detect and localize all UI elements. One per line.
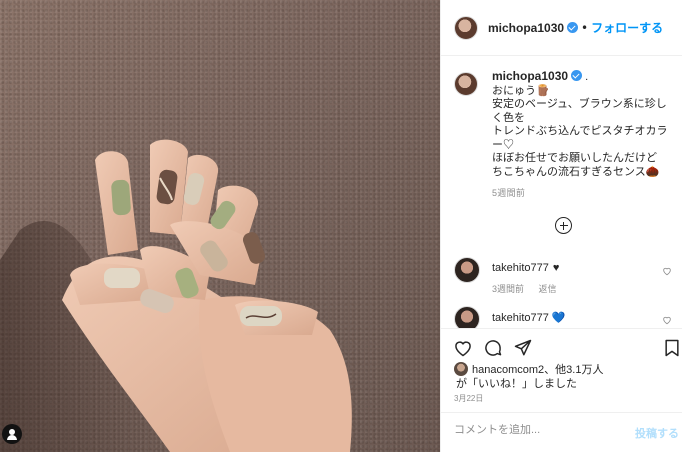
post-photo	[0, 0, 440, 452]
comment-input[interactable]	[454, 424, 624, 436]
caption-username[interactable]: michopa1030	[492, 69, 568, 83]
reply-button[interactable]: 返信	[539, 284, 557, 294]
share-icon[interactable]	[513, 338, 533, 358]
caption-text: おにゅう🪵 安定のベージュ、ブラウン系に珍しく色を トレンドぶち込んでピスタチオ…	[492, 84, 668, 178]
comment-text: 💙	[551, 312, 566, 324]
caption-trailing: .	[585, 71, 589, 83]
comment-item: takehito777 💙	[454, 306, 676, 328]
commenter-username[interactable]: takehito777	[492, 312, 549, 324]
author-avatar[interactable]	[454, 15, 478, 40]
caption-avatar[interactable]	[454, 72, 478, 96]
post-date[interactable]: 3月22日	[454, 393, 483, 404]
comment-like-heart-icon[interactable]	[662, 315, 672, 325]
post-header: michopa1030 • フォローする	[441, 0, 682, 56]
author-username[interactable]: michopa1030	[488, 21, 564, 35]
comment-icon[interactable]	[483, 338, 503, 358]
commenter-avatar[interactable]	[454, 306, 480, 328]
add-comment-bar: 投稿する	[441, 412, 682, 452]
verified-badge-icon	[571, 70, 583, 81]
likes-summary: hanacomcom2、他3.1万人 が「いいね！」しました	[454, 362, 676, 391]
bookmark-icon[interactable]	[662, 338, 682, 358]
liker-avatar[interactable]	[454, 362, 468, 376]
commenter-username[interactable]: takehito777	[492, 262, 549, 274]
comment-timestamp[interactable]: 3週間前	[492, 284, 524, 294]
comment-text: ♥	[552, 262, 560, 274]
action-bar	[441, 328, 682, 363]
post-side-panel: michopa1030 • フォローする michopa1030 . おにゅう🪵…	[440, 0, 682, 452]
likes-line-2: が「いいね！」しました	[456, 378, 577, 390]
follow-button[interactable]: フォローする	[591, 19, 663, 36]
hands-with-nails-illustration	[0, 139, 352, 452]
likes-line-1[interactable]: hanacomcom2、他3.1万人	[472, 364, 603, 376]
separator-dot: •	[581, 20, 589, 35]
load-more-comments-icon[interactable]	[555, 217, 572, 234]
commenter-avatar[interactable]	[454, 257, 480, 283]
caption: michopa1030 . おにゅう🪵 安定のベージュ、ブラウン系に珍しく色を …	[454, 69, 676, 201]
verified-badge-icon	[567, 22, 579, 33]
user-tag-icon[interactable]	[2, 424, 22, 444]
comment-like-heart-icon[interactable]	[662, 266, 672, 276]
post-comment-button[interactable]: 投稿する	[635, 425, 679, 441]
caption-timestamp[interactable]: 5週間前	[492, 187, 676, 201]
heart-icon[interactable]	[453, 338, 473, 358]
